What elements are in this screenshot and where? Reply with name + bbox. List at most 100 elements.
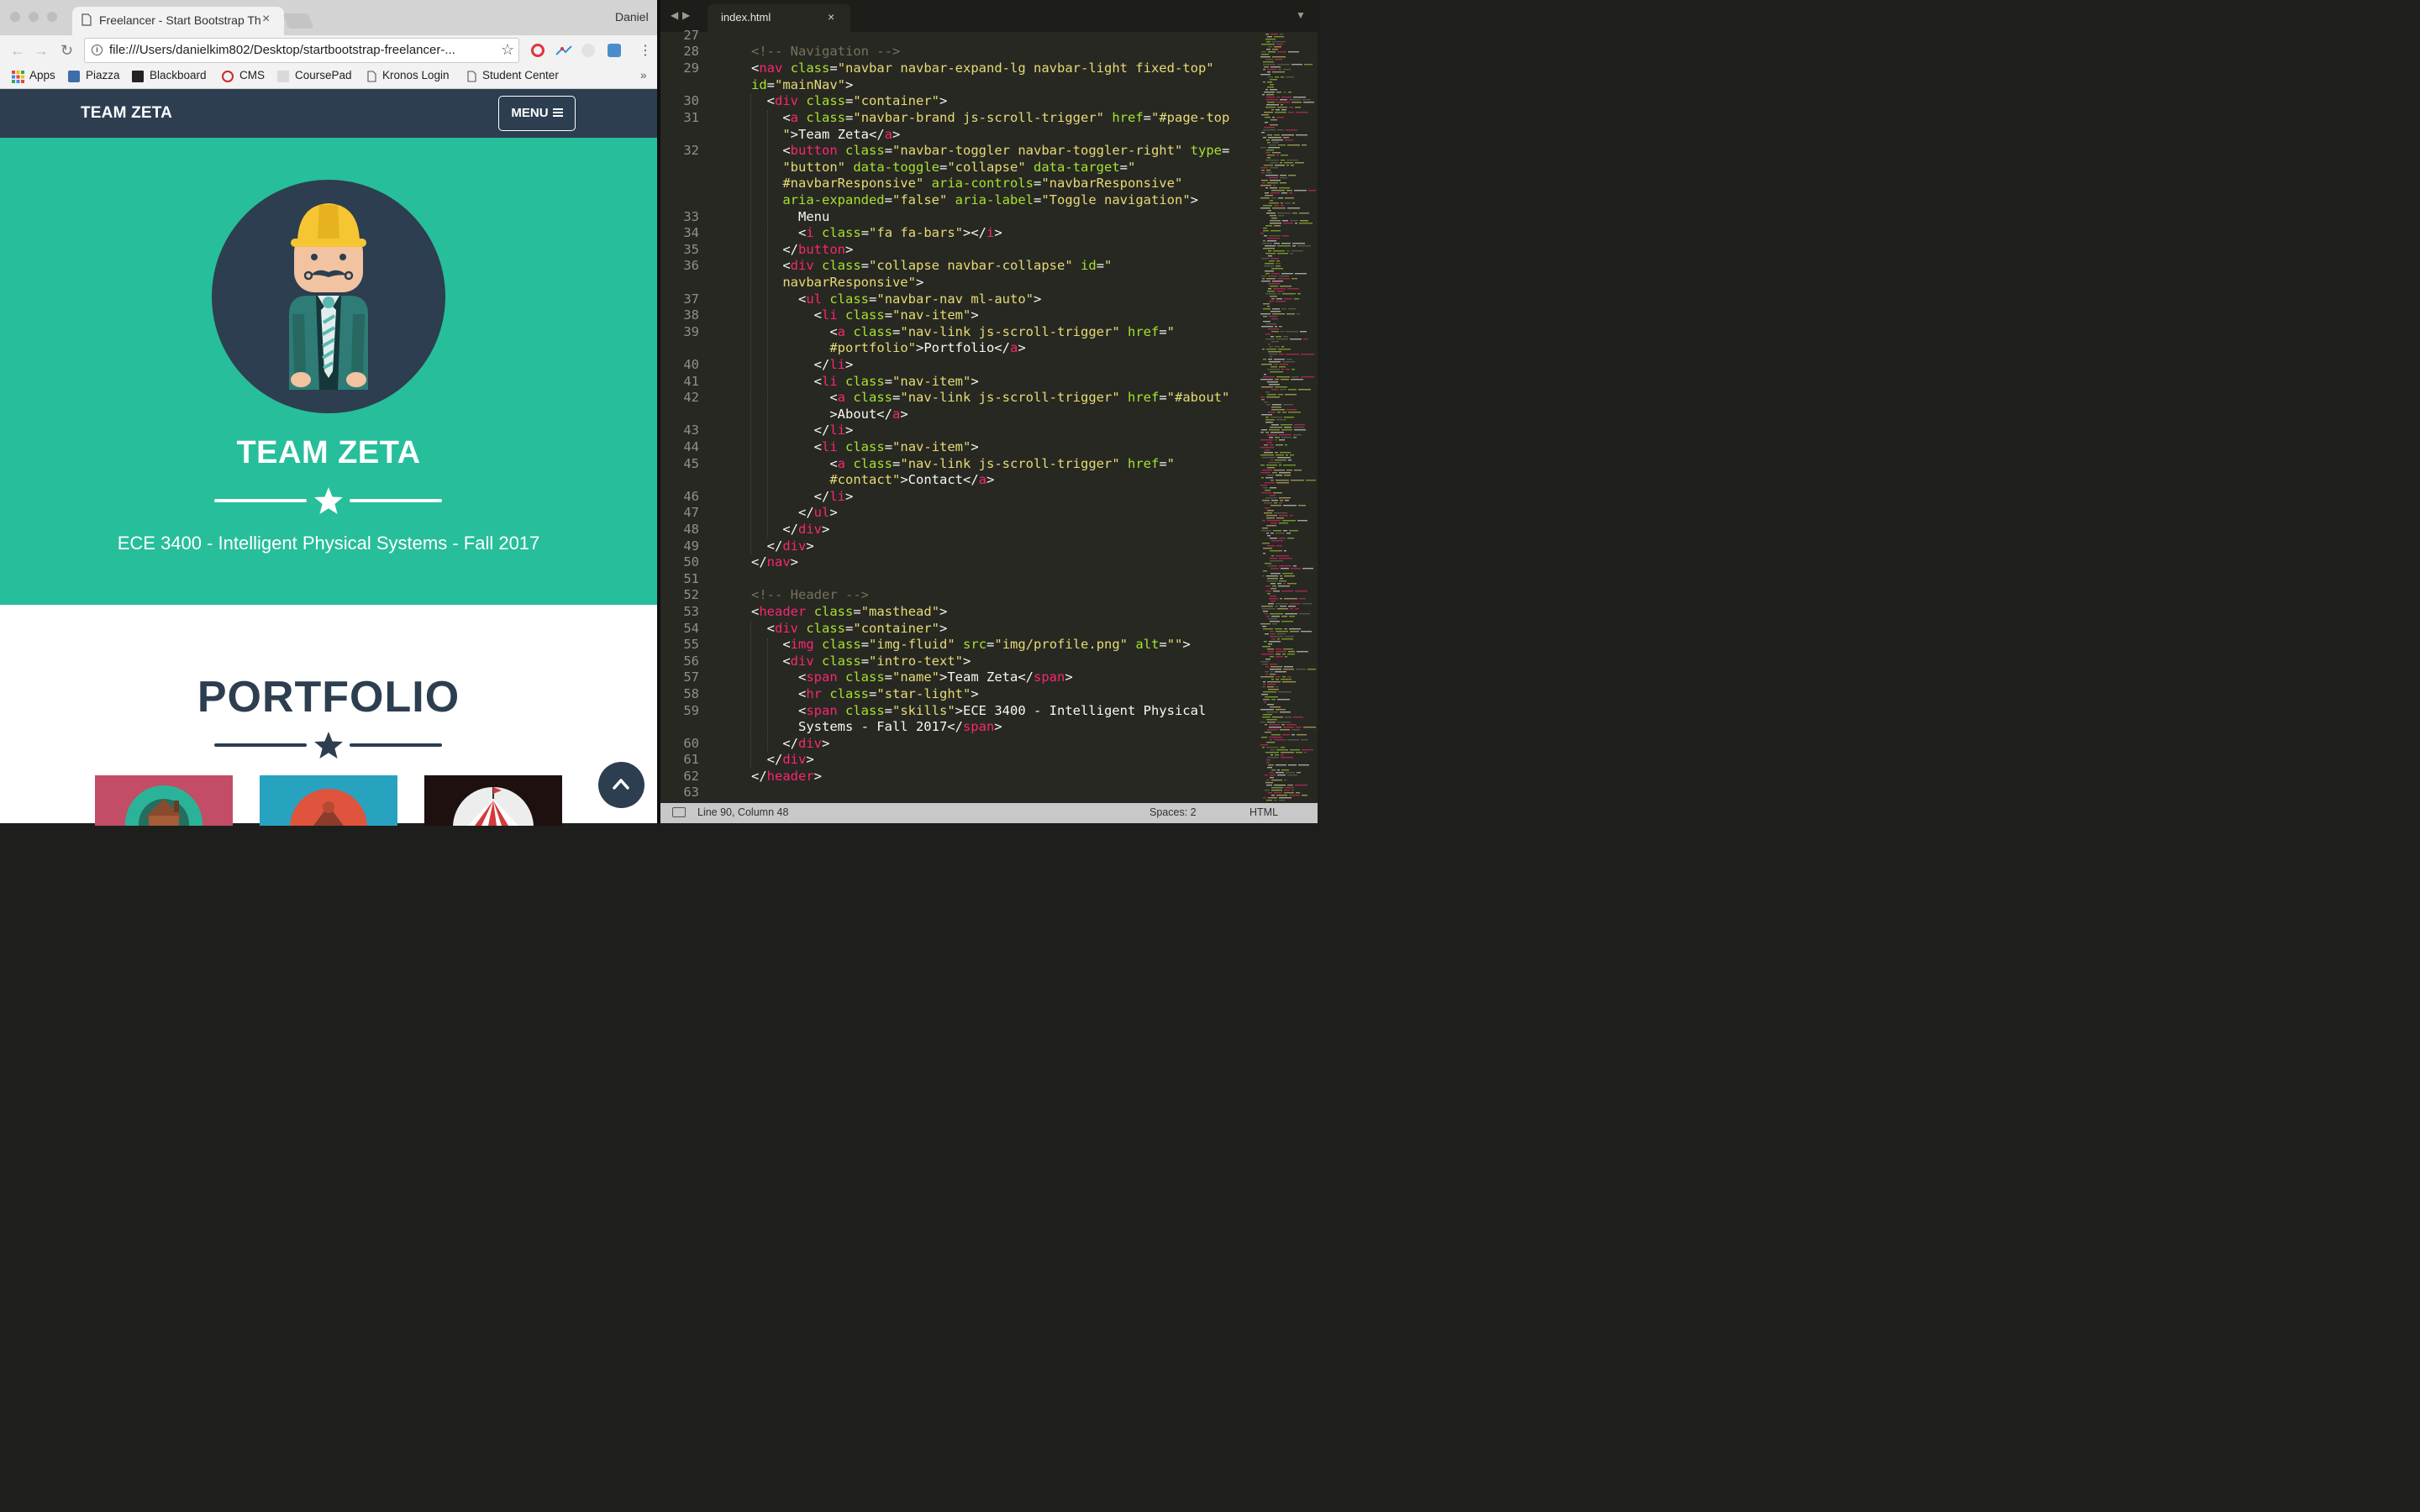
line-number: 28 — [683, 44, 699, 59]
code-line[interactable]: <!-- Navigation --> — [751, 44, 900, 59]
code-line[interactable]: <li class="nav-item"> — [751, 374, 979, 389]
line-number: 29 — [683, 60, 699, 76]
code-line[interactable]: <header class="masthead"> — [751, 604, 947, 619]
menu-button[interactable]: MENU — [498, 96, 576, 131]
portfolio-item-circus[interactable] — [424, 775, 562, 826]
opera-extension-icon[interactable] — [531, 44, 544, 57]
line-number: 49 — [683, 538, 699, 554]
bookmarks-overflow-icon[interactable]: » — [640, 69, 647, 81]
code-line[interactable]: <!-- Header --> — [751, 587, 869, 602]
cursor-position[interactable]: Line 90, Column 48 — [697, 806, 788, 818]
extension-icon[interactable] — [555, 44, 572, 57]
code-line[interactable]: Menu — [751, 209, 829, 224]
code-line[interactable]: #portfolio">Portfolio</a> — [751, 340, 1025, 355]
code-line[interactable]: <li class="nav-item"> — [751, 307, 979, 323]
code-line[interactable]: <a class="nav-link js-scroll-trigger" hr… — [751, 390, 1229, 405]
code-minimap[interactable] — [1259, 32, 1318, 803]
code-line[interactable]: <a class="nav-link js-scroll-trigger" hr… — [751, 324, 1175, 339]
line-number: 48 — [683, 522, 699, 537]
extension-m-icon[interactable] — [608, 44, 621, 57]
code-line[interactable]: <hr class="star-light"> — [751, 686, 979, 701]
bookmark-piazza[interactable]: Piazza — [86, 69, 120, 81]
back-icon[interactable]: ← — [10, 42, 25, 60]
code-line[interactable]: </div> — [751, 522, 829, 537]
info-icon[interactable]: i — [92, 45, 103, 55]
code-line[interactable]: navbarResponsive"> — [751, 275, 923, 290]
editor-tab-close-icon[interactable]: × — [828, 10, 834, 24]
code-line[interactable]: <div class="intro-text"> — [751, 654, 971, 669]
line-number: 34 — [683, 225, 699, 240]
piazza-icon — [68, 71, 80, 82]
code-line[interactable]: <div class="container"> — [751, 93, 948, 108]
bookmark-star-icon[interactable]: ☆ — [501, 41, 514, 59]
extension-icon[interactable] — [581, 44, 595, 57]
indent-guide — [767, 638, 769, 751]
code-line[interactable]: <a class="navbar-brand js-scroll-trigger… — [751, 110, 1229, 125]
bookmark-apps[interactable]: Apps — [29, 69, 55, 81]
code-line[interactable]: aria-expanded="false" aria-label="Toggle… — [751, 192, 1198, 207]
line-number: 27 — [683, 28, 699, 43]
line-number: 37 — [683, 291, 699, 307]
code-line[interactable]: <a class="nav-link js-scroll-trigger" hr… — [751, 456, 1175, 471]
code-line[interactable]: ">Team Zeta</a> — [751, 127, 900, 142]
bookmark-student-center[interactable]: Student Center — [482, 69, 559, 81]
code-line[interactable]: </div> — [751, 736, 829, 751]
code-line[interactable]: <div class="collapse navbar-collapse" id… — [751, 258, 1112, 273]
code-line[interactable]: <div class="container"> — [751, 621, 948, 636]
line-number: 51 — [683, 571, 699, 586]
code-line[interactable]: </div> — [751, 538, 814, 554]
code-line[interactable]: <ul class="navbar-nav ml-auto"> — [751, 291, 1041, 307]
code-line[interactable]: >About</a> — [751, 407, 908, 422]
forward-icon[interactable]: → — [34, 42, 49, 60]
code-line[interactable]: </ul> — [751, 505, 838, 520]
line-number: 54 — [683, 621, 699, 636]
bookmark-coursepad[interactable]: CoursePad — [295, 69, 352, 81]
bookmark-kronos-login[interactable]: Kronos Login — [382, 69, 450, 81]
code-line[interactable]: <span class="skills">ECE 3400 - Intellig… — [751, 703, 1206, 718]
code-line[interactable]: "button" data-toggle="collapse" data-tar… — [751, 160, 1135, 175]
divider-line — [350, 499, 442, 502]
page-icon — [367, 71, 376, 82]
portfolio-item-cabin[interactable] — [95, 775, 233, 826]
panel-toggle-icon[interactable] — [672, 807, 686, 817]
bookmark-cms[interactable]: CMS — [239, 69, 265, 81]
navbar-brand[interactable]: TEAM ZETA — [81, 104, 172, 123]
code-line[interactable]: <i class="fa fa-bars"></i> — [751, 225, 1002, 240]
star-icon — [314, 732, 343, 759]
code-line[interactable]: <button class="navbar-toggler navbar-tog… — [751, 143, 1229, 158]
hamburger-icon — [552, 108, 563, 118]
syntax-mode[interactable]: HTML — [1249, 806, 1278, 818]
tab-scroll-left-icon[interactable]: ◀ — [671, 9, 678, 21]
code-line[interactable]: </header> — [751, 769, 822, 784]
code-line[interactable]: <span class="name">Team Zeta</span> — [751, 669, 1073, 685]
more-menu-icon[interactable]: ⋮ — [639, 42, 652, 59]
code-line[interactable]: Systems - Fall 2017</span> — [751, 719, 1002, 734]
code-line[interactable]: <li class="nav-item"> — [751, 439, 979, 454]
url-text[interactable]: file:///Users/danielkim802/Desktop/start… — [109, 43, 455, 57]
tab-scroll-right-icon[interactable]: ▶ — [682, 9, 690, 21]
code-line[interactable]: <img class="img-fluid" src="img/profile.… — [751, 637, 1190, 652]
indentation-setting[interactable]: Spaces: 2 — [1150, 806, 1197, 818]
divider-line — [214, 743, 307, 747]
tab-close-icon[interactable]: × — [262, 12, 270, 27]
code-line[interactable]: id="mainNav"> — [751, 77, 853, 92]
editor-tab-name: index.html — [721, 11, 771, 24]
code-line[interactable]: <nav class="navbar navbar-expand-lg navb… — [751, 60, 1214, 76]
tab-list-dropdown-icon[interactable]: ▼ — [1296, 9, 1306, 21]
line-number: 39 — [683, 324, 699, 339]
code-line[interactable]: #navbarResponsive" aria-controls="navbar… — [751, 176, 1182, 191]
window-minimize-button[interactable] — [29, 12, 39, 22]
code-line[interactable]: #contact">Contact</a> — [751, 472, 994, 487]
bookmark-blackboard[interactable]: Blackboard — [150, 69, 207, 81]
code-line[interactable]: </div> — [751, 752, 814, 767]
new-tab-button[interactable] — [282, 13, 314, 29]
line-number: 41 — [683, 374, 699, 389]
reload-icon[interactable]: ↻ — [60, 42, 73, 60]
code-line[interactable]: </nav> — [751, 554, 798, 570]
window-close-button[interactable] — [10, 12, 20, 22]
portfolio-item-cake[interactable] — [260, 775, 397, 826]
line-number: 42 — [683, 390, 699, 405]
window-maximize-button[interactable] — [47, 12, 57, 22]
profile-name[interactable]: Daniel — [615, 10, 649, 24]
line-number: 33 — [683, 209, 699, 224]
